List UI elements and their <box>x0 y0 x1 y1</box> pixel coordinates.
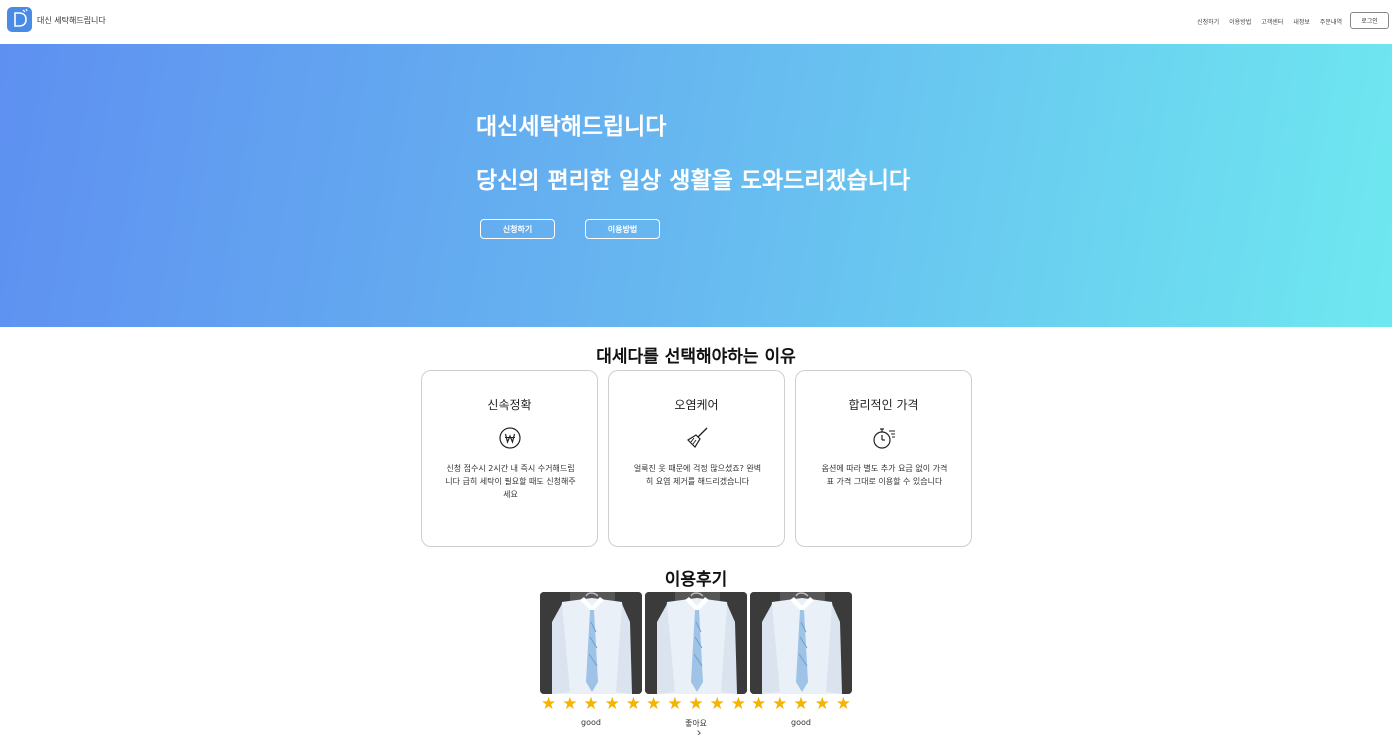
nav-apply[interactable]: 신청하기 <box>1197 17 1219 26</box>
rating-stars: ★ ★ ★ ★ ★ <box>645 696 747 713</box>
star-icon: ★ <box>625 694 641 714</box>
star-icon: ★ <box>793 694 809 714</box>
card-title: 오염케어 <box>674 398 719 412</box>
star-icon: ★ <box>541 694 557 714</box>
reason-card-price: 합리적인 가격 옵션에 따라 별도 추가 요금 없이 가격표 가격 그대로 이용… <box>795 370 972 547</box>
card-title: 신속정확 <box>487 398 532 412</box>
hero-subtitle: 당신의 편리한 일상 생활을 도와드리겠습니다 <box>476 168 911 194</box>
star-icon: ★ <box>562 694 578 714</box>
review-text: good <box>581 718 601 727</box>
shirt-photo <box>750 592 852 694</box>
nav-orders[interactable]: 주문내역 <box>1320 17 1342 26</box>
shirt-photo <box>645 592 747 694</box>
reason-card-stain: 오염케어 얼룩진 옷 때문에 걱정 많으셨죠? 완벽히 요염 제거를 해드리겠습… <box>608 370 785 547</box>
apply-button[interactable]: 신청하기 <box>480 219 555 239</box>
star-icon: ★ <box>646 694 662 714</box>
nav-support[interactable]: 고객센터 <box>1261 17 1283 26</box>
card-desc: 옵션에 따라 별도 추가 요금 없이 가격표 가격 그대로 이용할 수 있습니다 <box>821 464 948 486</box>
won-coin-icon <box>498 426 522 450</box>
rating-stars: ★ ★ ★ ★ ★ <box>540 696 642 713</box>
card-desc: 얼룩진 옷 때문에 걱정 많으셨죠? 완벽히 요염 제거를 해드리겠습니다 <box>633 464 762 486</box>
star-icon: ★ <box>730 694 746 714</box>
login-button[interactable]: 로그인 <box>1350 12 1389 29</box>
star-icon: ★ <box>751 694 767 714</box>
hero-banner: 대신세탁해드립니다 당신의 편리한 일상 생활을 도와드리겠습니다 신청하기 이… <box>0 44 1392 327</box>
card-title: 합리적인 가격 <box>848 398 919 412</box>
star-icon: ★ <box>688 694 704 714</box>
hero-title: 대신세탁해드립니다 <box>476 114 667 140</box>
broom-icon <box>685 426 709 450</box>
logo-icon[interactable] <box>7 7 32 32</box>
reason-card-speed: 신속정확 신청 접수시 2시간 내 즉시 수거해드립니다 급히 세탁이 필요할 … <box>421 370 598 547</box>
stopwatch-icon <box>872 426 896 450</box>
brand-name[interactable]: 대신 세탁해드립니다 <box>37 15 106 26</box>
star-icon: ★ <box>835 694 851 714</box>
chevron-right-icon <box>695 730 701 735</box>
top-header: 대신 세탁해드립니다 신청하기 이용방법 고객센터 내정보 주문내역 로그인 <box>0 0 1392 44</box>
card-desc: 신청 접수시 2시간 내 즉시 수거해드립니다 급히 세탁이 필요할 때도 신청… <box>445 464 576 499</box>
star-icon: ★ <box>814 694 830 714</box>
review-text: 좋아요 <box>684 719 708 728</box>
nav-myinfo[interactable]: 내정보 <box>1293 17 1310 26</box>
howto-button[interactable]: 이용방법 <box>585 219 660 239</box>
review-text: good <box>791 718 811 727</box>
main-nav: 신청하기 이용방법 고객센터 내정보 주문내역 <box>1187 17 1342 26</box>
reasons-title: 대세다를 선택해야하는 이유 <box>596 347 796 367</box>
reviews-title: 이용후기 <box>664 570 728 590</box>
star-icon: ★ <box>772 694 788 714</box>
shirt-photo <box>540 592 642 694</box>
star-icon: ★ <box>583 694 599 714</box>
star-icon: ★ <box>667 694 683 714</box>
nav-howto[interactable]: 이용방법 <box>1229 17 1251 26</box>
rating-stars: ★ ★ ★ ★ ★ <box>750 696 852 713</box>
star-icon: ★ <box>709 694 725 714</box>
star-icon: ★ <box>604 694 620 714</box>
